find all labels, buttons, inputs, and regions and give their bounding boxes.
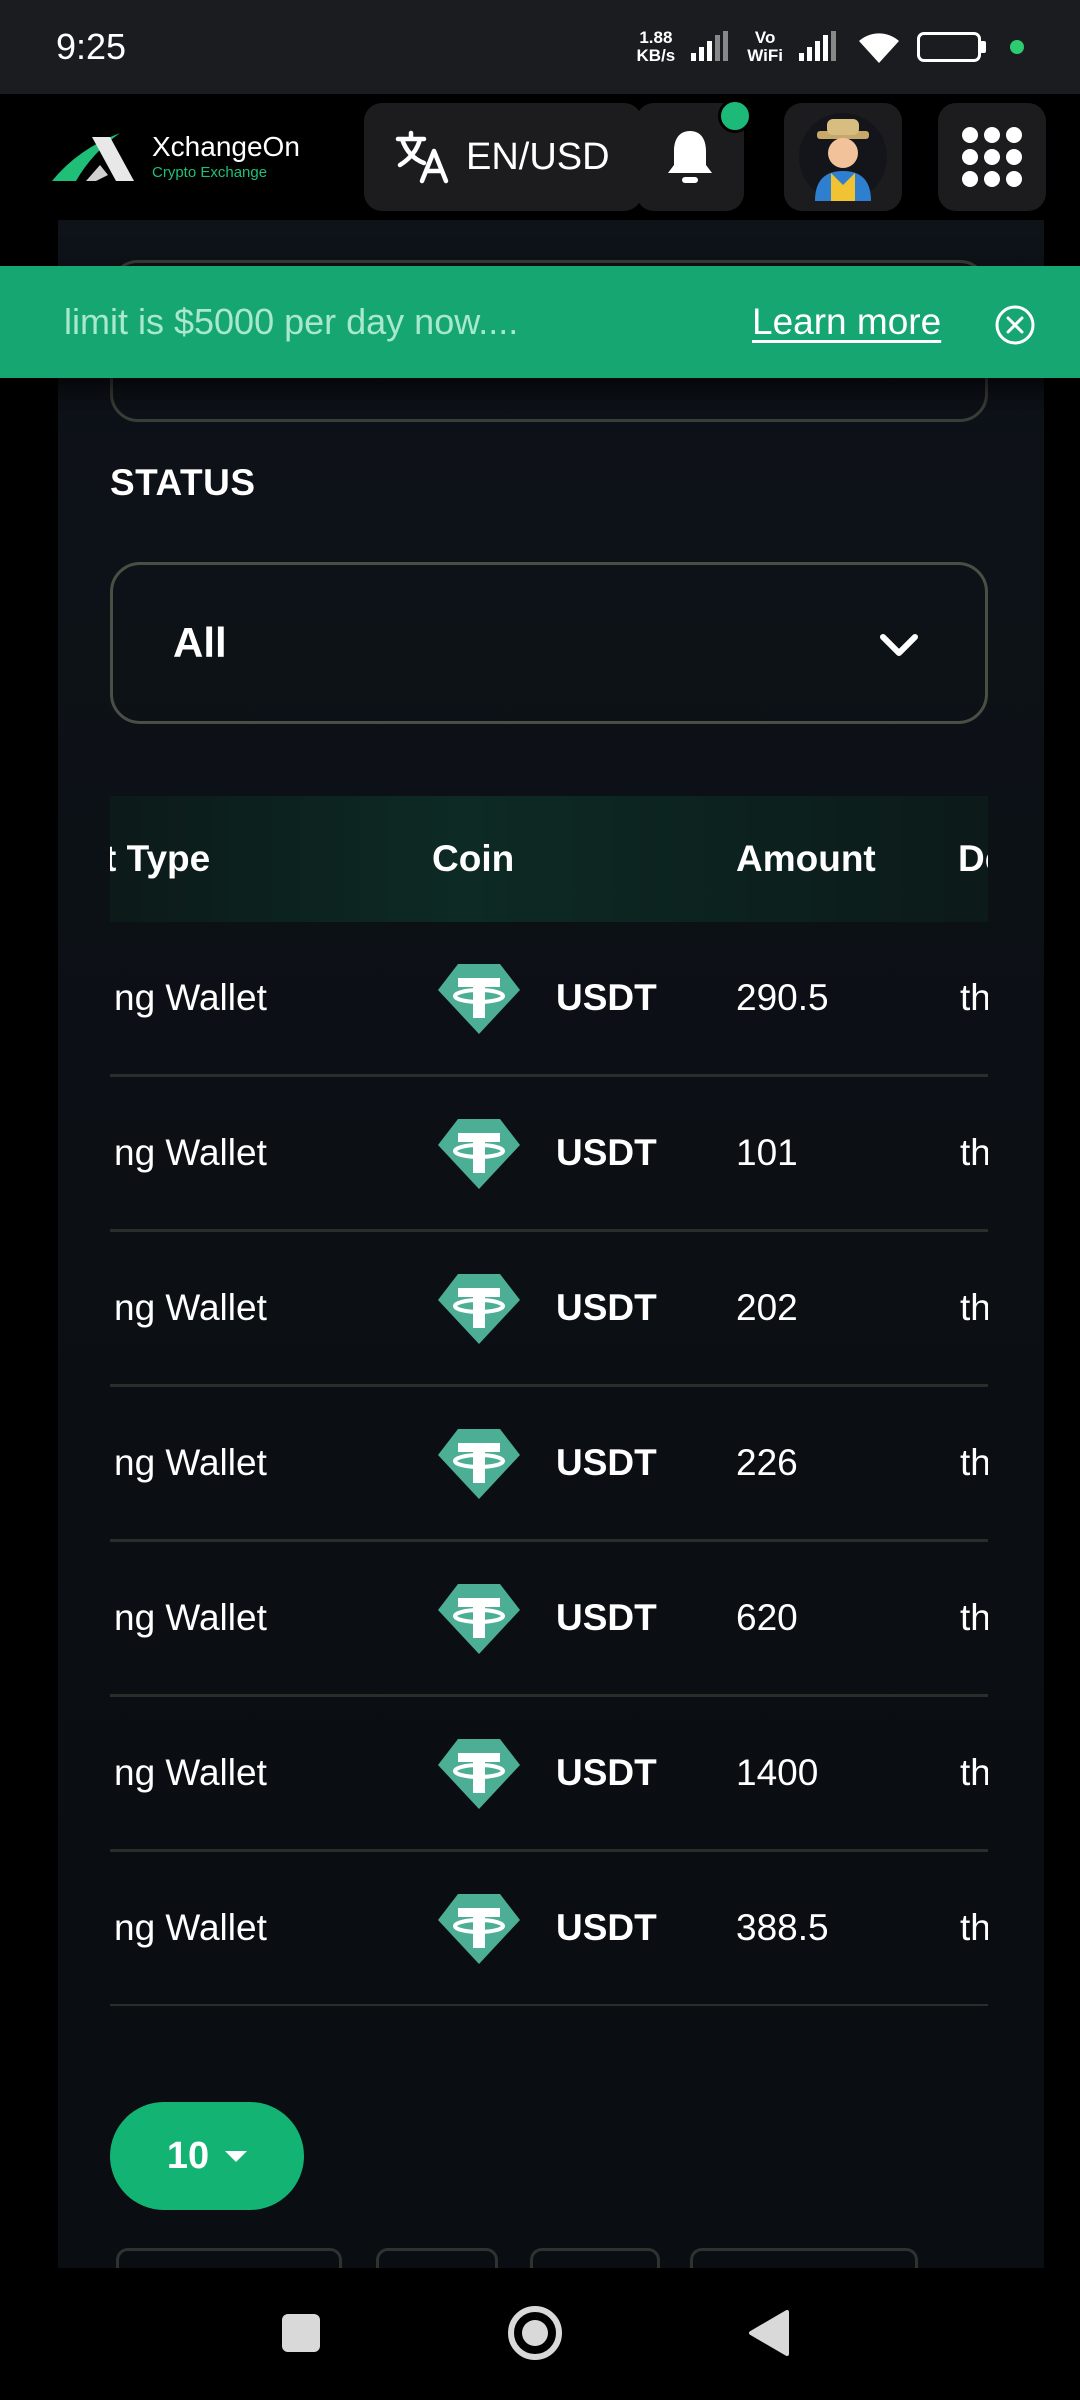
learn-more-link[interactable]: Learn more [752,301,941,343]
column-header-details: De [958,838,988,879]
column-header-amount: Amount [736,838,876,879]
battery-icon: 92 [917,32,981,62]
system-status-bar: 9:25 1.88 KB/s Vo WiFi 92 [0,0,1080,94]
cell-coin: USDT [556,1597,657,1638]
logo-tagline: Crypto Exchange [152,164,268,181]
transactions-table[interactable]: t Type Coin Amount De ng Wallet USDT 290.… [110,796,988,2006]
language-currency-label: EN/USD [466,135,610,178]
cell-wallet-type: ng Wallet [114,1752,267,1793]
network-speed: 1.88 KB/s [637,29,676,65]
cell-amount: 620 [736,1597,798,1638]
cell-coin: USDT [556,1752,657,1793]
cell-coin: USDT [556,1442,657,1483]
battery-tip [981,41,986,53]
wifi-icon [859,33,899,63]
table-row[interactable]: ng Wallet USDT 226 th [110,1387,988,1542]
profile-button[interactable] [784,103,902,211]
signal-icon-2 [799,31,836,61]
tether-icon [438,1584,520,1654]
table-row[interactable]: ng Wallet USDT 620 th [110,1542,988,1697]
cell-details: th [960,1287,988,1328]
cell-details: th [960,1132,988,1173]
apps-menu-button[interactable] [938,103,1046,211]
cell-coin: USDT [556,1287,657,1328]
table-row[interactable]: ng Wallet USDT 290.5 th [110,922,988,1077]
recent-apps-button[interactable] [266,2298,336,2368]
announcement-banner: limit is $5000 per day now.... Learn mor… [0,266,1080,378]
tether-icon [438,1119,520,1189]
back-triangle-icon [749,2310,789,2356]
logo-name: XchangeOn [152,131,300,162]
cell-amount: 202 [736,1287,798,1328]
caret-down-icon [225,2150,248,2162]
language-currency-button[interactable]: EN/USD [364,103,642,211]
cell-wallet-type: ng Wallet [114,1597,267,1638]
cell-details: th [960,1752,988,1793]
translate-icon [395,130,449,184]
app-logo[interactable]: XchangeOn Crypto Exchange [48,129,316,185]
chevron-down-icon [880,634,918,656]
page-size-value: 10 [166,2134,210,2177]
column-header-coin: Coin [432,838,515,879]
cell-amount: 388.5 [736,1907,829,1948]
table-row[interactable]: ng Wallet USDT 388.5 th [110,1852,988,2006]
page-size-dropdown[interactable]: 10 [110,2102,304,2210]
tether-icon [438,1894,520,1964]
cell-amount: 290.5 [736,977,829,1018]
tether-icon [438,1739,520,1809]
vowifi-top: Vo [754,28,776,47]
cell-details: th [960,1907,988,1948]
bell-icon [668,131,712,183]
status-icons: 1.88 KB/s Vo WiFi 92 [637,29,1024,65]
status-filter-label: STATUS [110,462,256,503]
cell-coin: USDT [556,1132,657,1173]
back-button[interactable] [734,2298,804,2368]
cell-details: th [960,1442,988,1483]
cell-wallet-type: ng Wallet [114,977,267,1018]
privacy-indicator-dot [1010,40,1024,54]
network-speed-value: 1.88 [639,28,673,47]
status-filter-select[interactable]: All [110,562,988,724]
tether-icon [438,964,520,1034]
cell-wallet-type: ng Wallet [114,1132,267,1173]
column-header-wallet-type: t Type [110,838,211,879]
cell-coin: USDT [556,977,657,1018]
cell-wallet-type: ng Wallet [114,1442,267,1483]
system-navigation-bar [0,2268,1080,2400]
circle-icon [508,2306,562,2360]
cell-amount: 226 [736,1442,798,1483]
table-row[interactable]: ng Wallet USDT 202 th [110,1232,988,1387]
close-icon[interactable] [994,304,1036,346]
clock: 9:25 [56,26,127,67]
home-button[interactable] [500,2298,570,2368]
cell-wallet-type: ng Wallet [114,1907,267,1948]
status-filter-value: All [173,619,227,666]
signal-icon [691,31,729,61]
network-speed-unit: KB/s [636,46,676,65]
cell-details: th [960,977,988,1018]
cell-wallet-type: ng Wallet [114,1287,267,1328]
vowifi-bottom: WiFi [747,46,783,65]
tether-icon [438,1429,520,1499]
table-row[interactable]: ng Wallet USDT 1400 th [110,1697,988,1852]
battery-level: 92 [938,36,960,57]
square-icon [282,2314,320,2352]
tether-icon [438,1274,520,1344]
table-header: t Type Coin Amount De [110,796,988,922]
cell-amount: 1400 [736,1752,819,1793]
battery-indicator: 92 [917,32,986,62]
cell-details: th [960,1597,988,1638]
apps-grid-icon [962,127,1022,187]
notifications-button[interactable] [636,99,752,211]
notification-badge [718,99,752,133]
xchangeon-logo-icon [52,133,134,181]
table-row[interactable]: ng Wallet USDT 101 th [110,1077,988,1232]
cell-coin: USDT [556,1907,657,1948]
vowifi-indicator: Vo WiFi [747,29,783,65]
cell-amount: 101 [736,1132,798,1173]
banner-text: limit is $5000 per day now.... [64,301,519,342]
app-header: XchangeOn Crypto Exchange EN/USD [0,94,1080,220]
avatar [799,113,887,201]
